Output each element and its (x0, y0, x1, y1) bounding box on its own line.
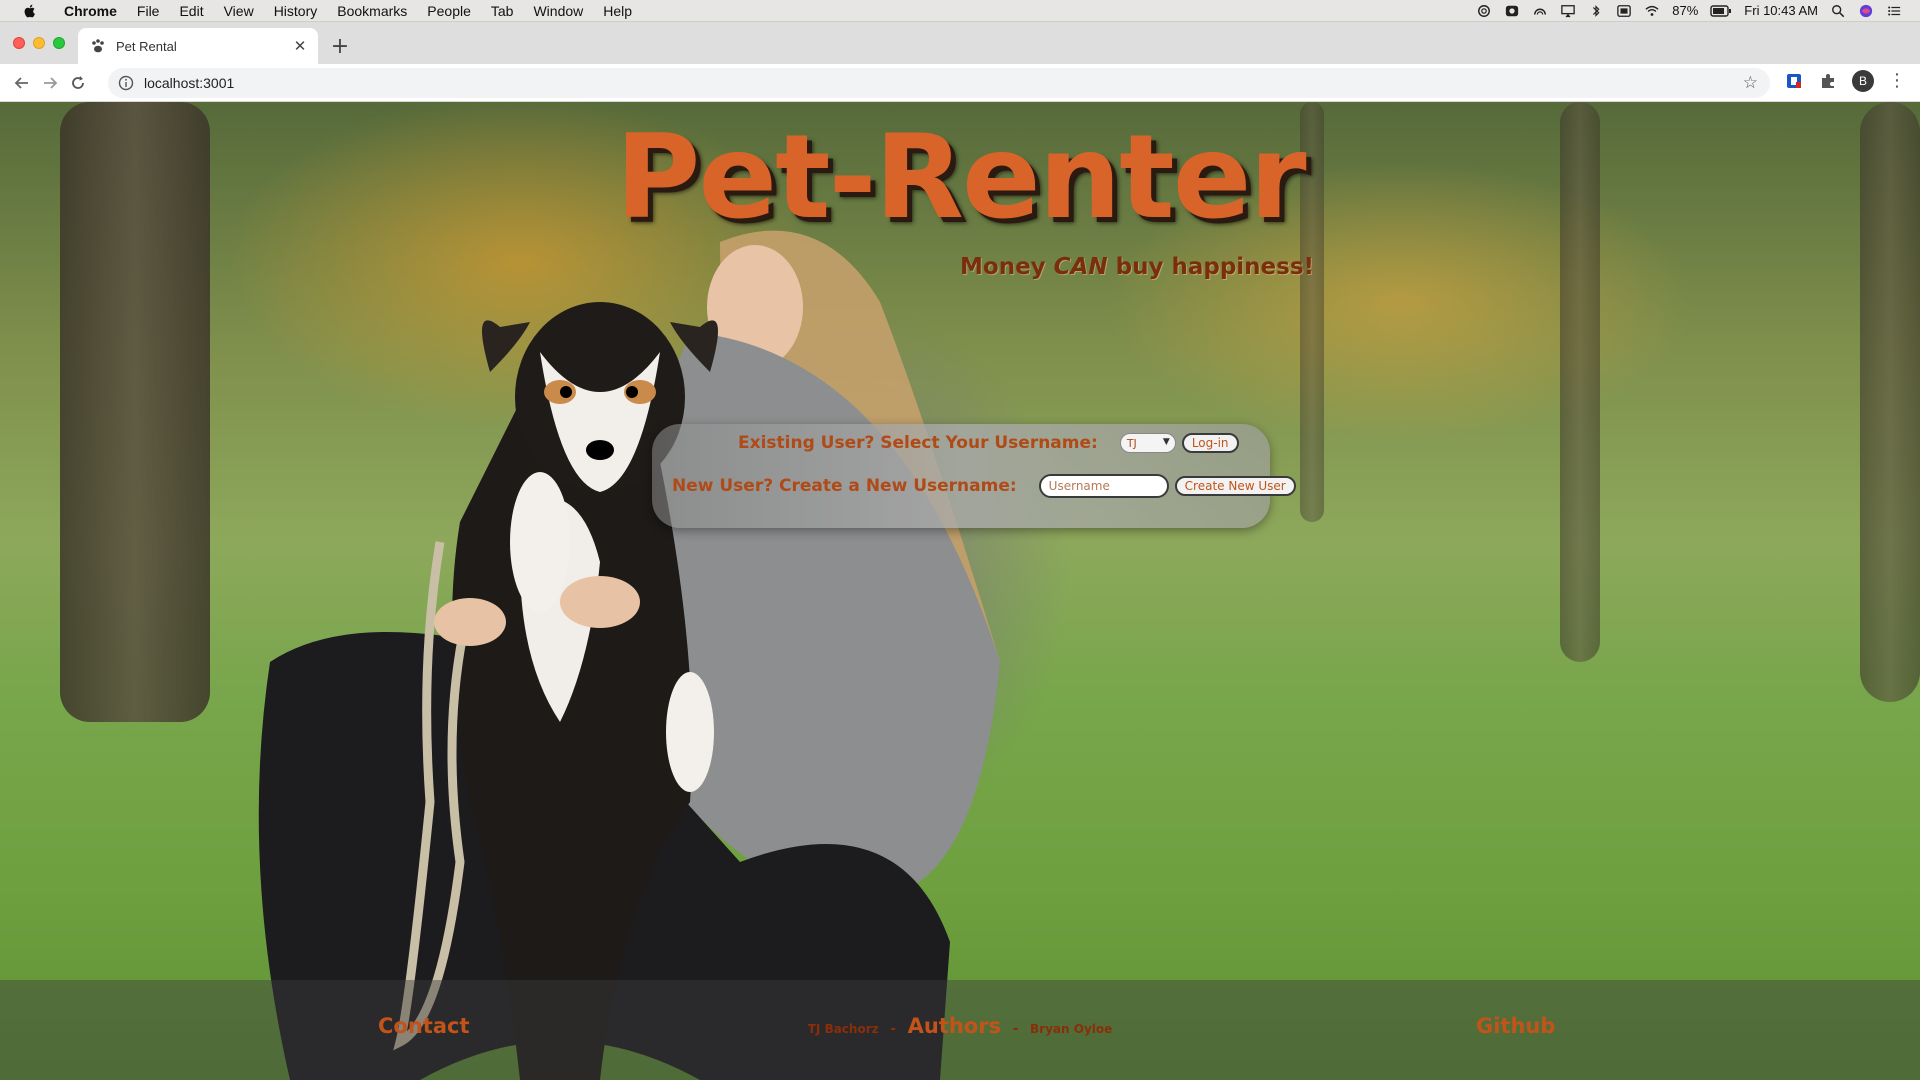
bookmark-star-icon[interactable]: ☆ (1743, 73, 1758, 93)
profile-avatar[interactable]: B (1852, 70, 1874, 92)
page-viewport: Pet-Renter Money CAN buy happiness! Exis… (0, 102, 1920, 1080)
tab-pet-rental[interactable]: Pet Rental ✕ (78, 28, 318, 64)
authors-credit: TJ Bachorz - Authors - Bryan Oyloe (0, 1014, 1920, 1038)
github-link[interactable]: Github (1476, 1014, 1555, 1038)
extensions-area: B ⋮ (1784, 70, 1906, 92)
extensions-puzzle-icon[interactable] (1818, 71, 1838, 91)
url-text[interactable]: localhost:3001 (144, 75, 234, 91)
back-button[interactable] (8, 69, 36, 97)
menu-window[interactable]: Window (523, 0, 593, 22)
tab-close-icon[interactable]: ✕ (292, 37, 308, 55)
menu-people[interactable]: People (417, 0, 481, 22)
hero-photo-woman-with-dog (258, 230, 1000, 1080)
new-user-row: New User? Create a New Username: Create … (672, 474, 1296, 498)
menu-edit[interactable]: Edit (169, 0, 213, 22)
page-footer: Contact TJ Bachorz - Authors - Bryan Oyl… (0, 980, 1920, 1080)
apple-logo-icon[interactable] (20, 3, 40, 19)
tagline-text-end: buy happiness! (1115, 254, 1315, 280)
reload-button[interactable] (64, 69, 92, 97)
tab-strip: Pet Rental ✕ + (0, 22, 1920, 64)
status-area: 87% Fri 10:43 AM (1476, 3, 1920, 18)
author-tj: TJ Bachorz (807, 1022, 879, 1036)
wifi-icon[interactable] (1644, 4, 1660, 18)
menu-tab[interactable]: Tab (481, 0, 524, 22)
display-icon[interactable] (1616, 4, 1632, 18)
address-bar[interactable]: localhost:3001 ☆ (108, 68, 1770, 98)
window-controls (13, 37, 65, 49)
create-user-button[interactable]: Create New User (1174, 476, 1296, 496)
tagline: Money CAN buy happiness! (960, 254, 1314, 280)
page-title: Pet-Renter (615, 110, 1306, 245)
macos-menu-bar: Chrome File Edit View History Bookmarks … (0, 0, 1920, 22)
authors-heading: Authors (907, 1014, 1002, 1038)
existing-user-row: Existing User? Select Your Username: TJ … (738, 433, 1239, 453)
siri-icon[interactable] (1858, 4, 1874, 18)
new-username-input[interactable] (1038, 474, 1169, 498)
battery-icon[interactable] (1710, 4, 1732, 18)
paw-favicon-icon (92, 39, 104, 53)
chrome-menu-icon[interactable]: ⋮ (1888, 72, 1906, 90)
menu-bookmarks[interactable]: Bookmarks (327, 0, 417, 22)
clock[interactable]: Fri 10:43 AM (1744, 3, 1818, 18)
forward-button[interactable] (36, 69, 64, 97)
browser-toolbar: localhost:3001 ☆ B ⋮ (0, 64, 1920, 102)
window-minimize-button[interactable] (33, 37, 45, 49)
username-select[interactable]: TJ ▼ (1119, 433, 1176, 453)
tagline-text-start: Money (960, 254, 1046, 280)
menu-view[interactable]: View (214, 0, 264, 22)
bluetooth-icon[interactable] (1588, 4, 1604, 18)
window-close-button[interactable] (13, 37, 25, 49)
spotlight-search-icon[interactable] (1830, 4, 1846, 18)
username-select-value: TJ (1126, 436, 1137, 450)
reload-icon (72, 75, 84, 89)
menu-app-name[interactable]: Chrome (54, 0, 127, 22)
battery-percent: 87% (1672, 3, 1699, 18)
new-tab-button[interactable]: + (328, 34, 352, 59)
camera-app-icon[interactable] (1504, 4, 1520, 18)
author-separator: - (890, 1021, 896, 1037)
creative-cloud-icon[interactable] (1476, 4, 1492, 18)
cloud-sync-icon[interactable] (1532, 4, 1548, 18)
chevron-down-icon: ▼ (1162, 437, 1170, 447)
extension-shield-icon[interactable] (1784, 71, 1804, 91)
notification-center-icon[interactable] (1886, 4, 1902, 18)
arrow-left-icon (14, 76, 28, 89)
existing-user-label: Existing User? Select Your Username: (738, 433, 1098, 453)
site-info-icon[interactable] (118, 75, 134, 91)
menu-history[interactable]: History (264, 0, 328, 22)
login-panel: Existing User? Select Your Username: TJ … (652, 424, 1296, 528)
airplay-icon[interactable] (1560, 4, 1576, 18)
tab-title: Pet Rental (116, 38, 177, 54)
menu-file[interactable]: File (127, 0, 170, 22)
arrow-right-icon (44, 76, 58, 89)
window-zoom-button[interactable] (53, 37, 65, 49)
author-separator: - (1012, 1021, 1019, 1037)
new-user-label: New User? Create a New Username: (672, 476, 1017, 496)
tagline-emphasis: CAN (1053, 254, 1108, 280)
menu-help[interactable]: Help (593, 0, 642, 22)
author-bryan: Bryan Oyloe (1030, 1022, 1113, 1036)
login-button[interactable]: Log-in (1181, 433, 1239, 453)
